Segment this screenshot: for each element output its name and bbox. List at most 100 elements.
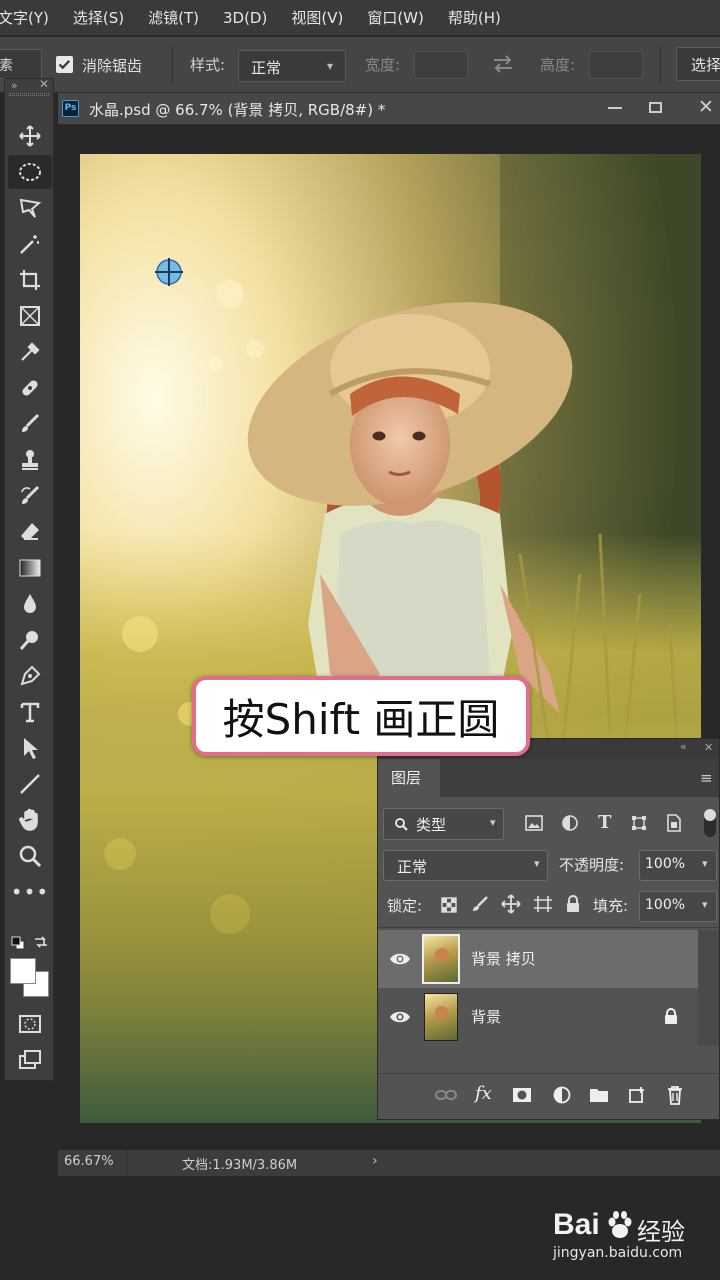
- fill-label: 填充:: [593, 897, 629, 915]
- lock-icon: [665, 1008, 677, 1024]
- swap-icon[interactable]: [490, 53, 516, 79]
- layers-panel: « ✕ 图层 ≡ 类型 ▾ T 正常 ▾ 不透明度: 100% ▾ 锁定: 填充…: [377, 738, 720, 1120]
- filter-adjustment-icon[interactable]: [562, 815, 578, 835]
- lock-image-pixels-icon[interactable]: [471, 895, 489, 917]
- add-mask-icon[interactable]: [512, 1087, 532, 1103]
- new-group-folder-icon[interactable]: [589, 1087, 609, 1103]
- hand-tool-icon[interactable]: [5, 803, 55, 837]
- default-colors-icon[interactable]: [11, 936, 25, 954]
- select-and-mask-button[interactable]: 选择: [676, 47, 720, 81]
- panel-close-icon[interactable]: ✕: [704, 741, 713, 754]
- lock-position-icon[interactable]: [501, 894, 521, 918]
- crop-tool-icon[interactable]: [5, 263, 55, 297]
- fill-value: 100%: [645, 897, 686, 913]
- lasso-tool-icon[interactable]: [5, 191, 55, 225]
- filter-type-icon[interactable]: T: [598, 812, 611, 833]
- layer-row-background-copy[interactable]: 背景 拷贝: [378, 930, 698, 988]
- close-icon[interactable]: ✕: [698, 96, 714, 118]
- divider: [378, 927, 719, 928]
- feather-partial-label: 素: [0, 58, 13, 74]
- menu-view[interactable]: 视图(V): [291, 7, 343, 28]
- style-label: 样式:: [190, 56, 226, 74]
- chevron-down-icon: ▾: [327, 59, 334, 73]
- tools-panel: » ✕ •••: [4, 77, 55, 1081]
- menu-filter[interactable]: 滤镜(T): [148, 7, 199, 28]
- history-brush-tool-icon[interactable]: [5, 479, 55, 513]
- zoom-level[interactable]: 66.67%: [64, 1154, 114, 1169]
- style-select[interactable]: 正常 ▾: [238, 50, 346, 82]
- blend-mode-select[interactable]: 正常 ▾: [383, 850, 548, 881]
- caption-text: 按Shift 画正圆: [222, 694, 500, 744]
- pen-tool-icon[interactable]: [5, 659, 55, 693]
- panel-close-icon[interactable]: ✕: [39, 77, 49, 91]
- status-menu-chevron-icon[interactable]: ›: [372, 1153, 378, 1169]
- screen-mode-icon[interactable]: [5, 1043, 55, 1077]
- filter-pixel-icon[interactable]: [525, 815, 543, 835]
- maximize-icon[interactable]: [649, 102, 662, 113]
- baidu-jingyan-watermark: Bai 经验 jingyan.baidu.com: [553, 1208, 720, 1268]
- eraser-tool-icon[interactable]: [5, 515, 55, 549]
- eye-icon[interactable]: [389, 1009, 411, 1025]
- layers-tab-strip: 图层 ≡: [378, 759, 719, 797]
- layers-scrollbar[interactable]: [698, 930, 719, 1046]
- layer-filter-select[interactable]: 类型 ▾: [383, 808, 504, 840]
- path-selection-tool-icon[interactable]: [5, 731, 55, 765]
- feather-field[interactable]: 素: [0, 49, 42, 79]
- chevron-down-icon: ▾: [702, 857, 708, 870]
- gradient-tool-icon[interactable]: [5, 551, 55, 585]
- filter-toggle[interactable]: [704, 809, 716, 837]
- filter-shape-icon[interactable]: [631, 815, 647, 835]
- elliptical-marquee-tool-icon[interactable]: [8, 155, 52, 189]
- menu-3d[interactable]: 3D(D): [223, 9, 267, 27]
- menu-window[interactable]: 窗口(W): [367, 7, 424, 28]
- layer-filter-value: 类型: [416, 816, 447, 834]
- type-tool-icon[interactable]: [5, 695, 55, 729]
- ps-file-icon: Ps: [62, 100, 79, 117]
- line-tool-icon[interactable]: [5, 767, 55, 801]
- layer-thumbnail: [422, 934, 460, 984]
- height-field[interactable]: [589, 51, 643, 79]
- link-layers-icon[interactable]: [435, 1089, 457, 1101]
- menu-type[interactable]: 文字(Y): [0, 7, 49, 28]
- swap-colors-icon[interactable]: [33, 935, 49, 953]
- foreground-color-swatch[interactable]: [10, 958, 36, 984]
- opacity-field[interactable]: 100% ▾: [639, 850, 717, 881]
- eye-icon[interactable]: [389, 951, 411, 967]
- lock-transparent-pixels-icon[interactable]: [441, 897, 457, 917]
- panel-collapse-icon[interactable]: «: [680, 740, 687, 753]
- healing-brush-tool-icon[interactable]: [5, 371, 55, 405]
- fill-field[interactable]: 100% ▾: [639, 891, 717, 922]
- lock-artboard-icon[interactable]: [533, 895, 553, 917]
- width-field[interactable]: [414, 51, 468, 79]
- menu-help[interactable]: 帮助(H): [448, 7, 501, 28]
- tab-layers[interactable]: 图层: [378, 759, 440, 797]
- opacity-value: 100%: [645, 856, 686, 872]
- quick-mask-icon[interactable]: [5, 1007, 55, 1041]
- layer-style-fx-icon[interactable]: fx: [475, 1083, 492, 1104]
- layer-row-background[interactable]: 背景: [378, 988, 698, 1046]
- panel-menu-icon[interactable]: ≡: [700, 769, 713, 787]
- watermark-url: jingyan.baidu.com: [553, 1245, 683, 1261]
- frame-tool-icon[interactable]: [5, 299, 55, 333]
- antialias-checkbox[interactable]: [56, 56, 73, 73]
- magic-wand-tool-icon[interactable]: [5, 227, 55, 261]
- dodge-tool-icon[interactable]: [5, 623, 55, 657]
- minimize-icon[interactable]: [608, 107, 622, 109]
- move-tool-icon[interactable]: [5, 119, 55, 153]
- filter-smart-object-icon[interactable]: [667, 814, 681, 836]
- document-tab-title[interactable]: 水晶.psd @ 66.7% (背景 拷贝, RGB/8#) *: [89, 99, 385, 120]
- panel-grip[interactable]: [9, 93, 49, 96]
- new-layer-icon[interactable]: [628, 1086, 646, 1104]
- eyedropper-tool-icon[interactable]: [5, 335, 55, 369]
- more-tools-icon[interactable]: •••: [5, 875, 55, 909]
- lock-all-icon[interactable]: [566, 895, 580, 917]
- brush-tool-icon[interactable]: [5, 407, 55, 441]
- panel-collapse-icon[interactable]: »: [11, 79, 18, 92]
- blur-tool-icon[interactable]: [5, 587, 55, 621]
- new-adjustment-layer-icon[interactable]: [553, 1086, 571, 1104]
- zoom-tool-icon[interactable]: [5, 839, 55, 873]
- menu-select[interactable]: 选择(S): [73, 7, 124, 28]
- check-icon: [58, 60, 70, 70]
- clone-stamp-tool-icon[interactable]: [5, 443, 55, 477]
- delete-layer-icon[interactable]: [667, 1085, 683, 1105]
